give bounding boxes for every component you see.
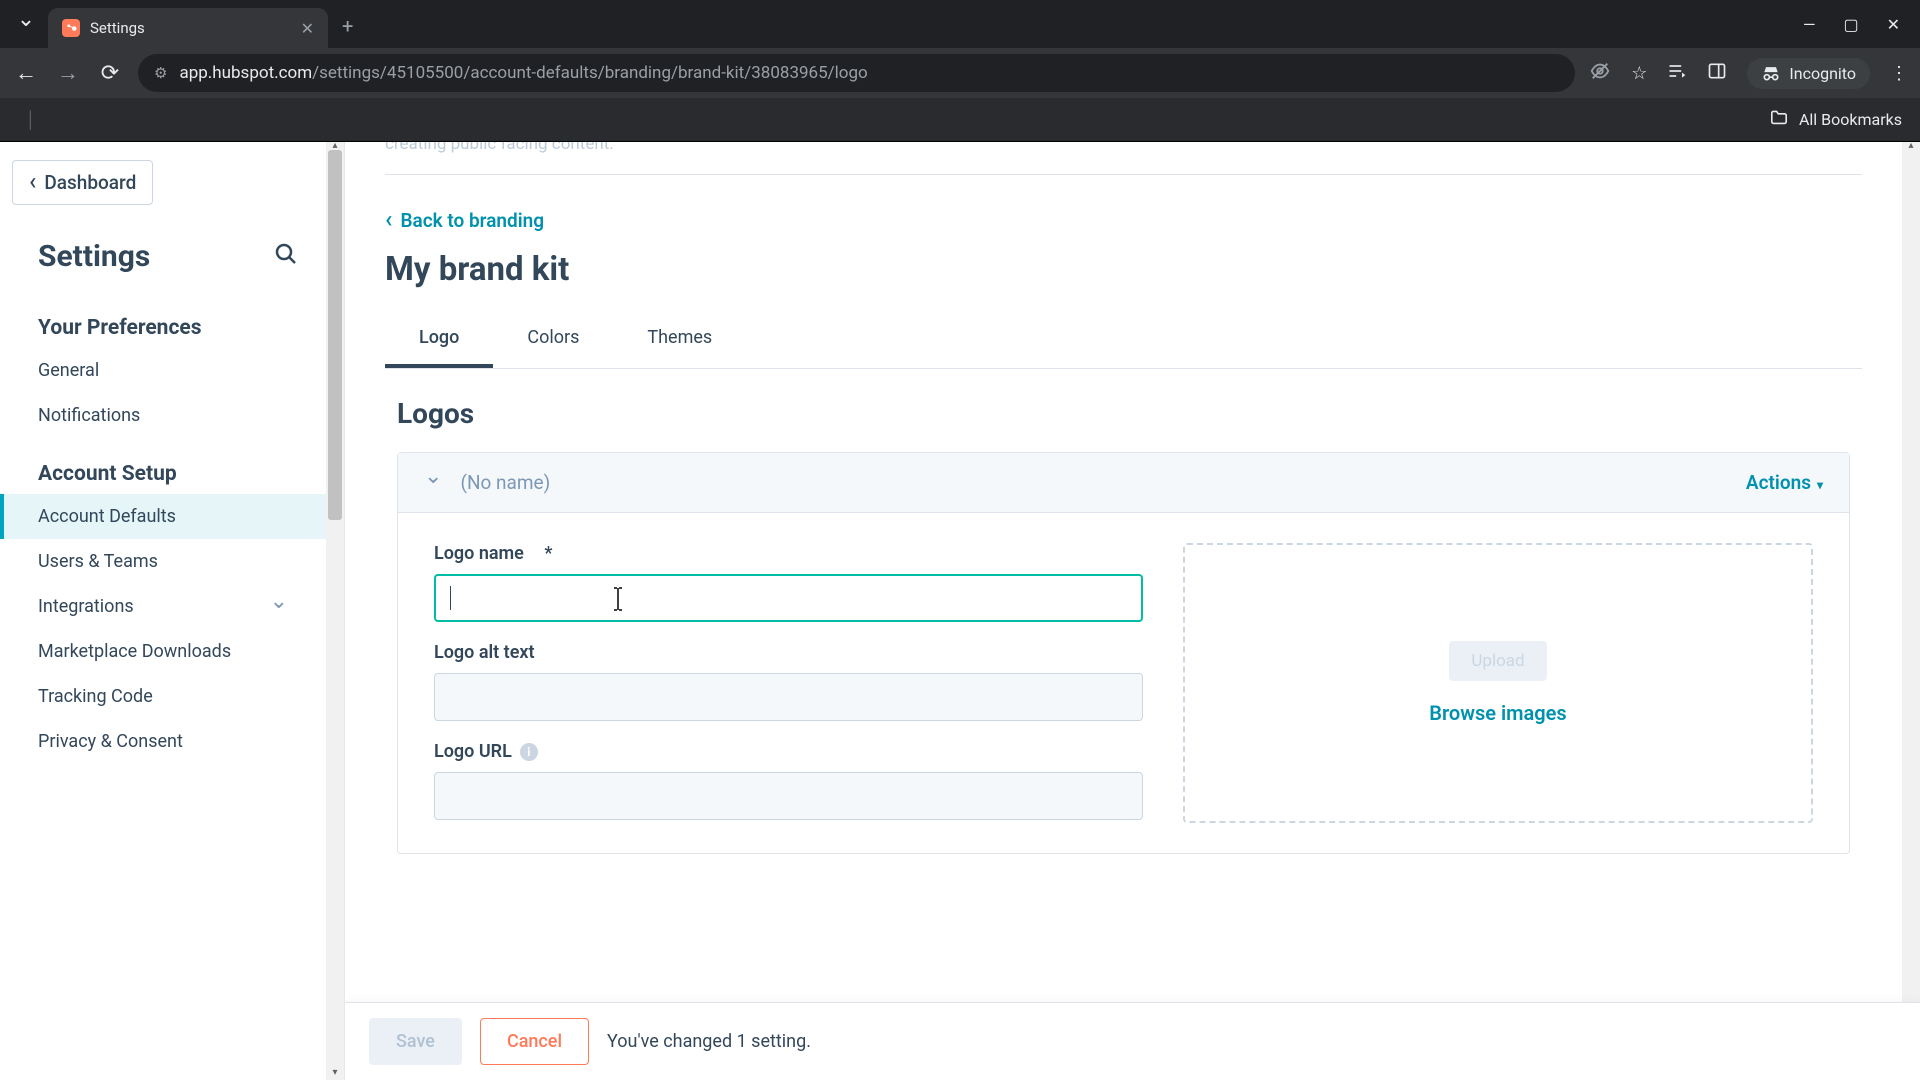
logo-alt-input[interactable] xyxy=(434,673,1143,721)
incognito-label: Incognito xyxy=(1789,64,1856,83)
back-button[interactable]: ← xyxy=(12,59,40,87)
address-bar: ← → ⟳ ⚙ app.hubspot.com/settings/4510550… xyxy=(0,48,1920,98)
sidebar-inner: Dashboard Settings Your Preferences Gene… xyxy=(0,142,326,764)
upload-dropzone[interactable]: Upload Browse images xyxy=(1183,543,1813,823)
incognito-icon xyxy=(1761,65,1781,81)
logo-card-header: (No name) Actions xyxy=(398,453,1849,513)
upload-column: Upload Browse images xyxy=(1183,543,1813,823)
maximize-icon[interactable]: ▢ xyxy=(1843,15,1858,34)
settings-header: Settings xyxy=(0,205,326,292)
sidebar-item-marketplace[interactable]: Marketplace Downloads xyxy=(0,629,326,674)
tab-search-dropdown[interactable] xyxy=(10,8,42,40)
playlist-icon[interactable] xyxy=(1667,61,1687,86)
sidebar-item-notifications[interactable]: Notifications xyxy=(0,393,326,438)
sidebar-item-users-teams[interactable]: Users & Teams xyxy=(0,539,326,584)
logos-section-title: Logos xyxy=(345,369,1902,452)
sidebar-item-privacy-consent[interactable]: Privacy & Consent xyxy=(0,719,326,764)
page-title: My brand kit xyxy=(345,250,1902,307)
tab-colors[interactable]: Colors xyxy=(493,313,613,368)
change-message: You've changed 1 setting. xyxy=(607,1031,811,1052)
logo-card-body: Logo name * Logo alt text xyxy=(398,513,1849,853)
cancel-button[interactable]: Cancel xyxy=(480,1018,589,1065)
field-logo-url: Logo URL i xyxy=(434,741,1143,820)
save-bar: Save Cancel You've changed 1 setting. xyxy=(345,1002,1920,1080)
app-content: Dashboard Settings Your Preferences Gene… xyxy=(0,142,1920,1080)
close-window-icon[interactable]: ✕ xyxy=(1887,15,1900,34)
eye-off-icon[interactable] xyxy=(1589,60,1611,87)
text-caret xyxy=(450,586,451,610)
browser-tab[interactable]: Settings ✕ xyxy=(48,8,328,48)
save-button[interactable]: Save xyxy=(369,1018,462,1065)
brand-kit-tabs: Logo Colors Themes xyxy=(385,307,1862,369)
sidebar-item-general[interactable]: General xyxy=(0,348,326,393)
url-input[interactable]: ⚙ app.hubspot.com/settings/45105500/acco… xyxy=(138,54,1575,92)
logo-url-label: Logo URL i xyxy=(434,741,1143,762)
new-tab-button[interactable]: + xyxy=(334,14,361,38)
divider xyxy=(385,174,1862,175)
actions-dropdown[interactable]: Actions xyxy=(1746,471,1823,494)
sidebar-item-integrations[interactable]: Integrations xyxy=(0,584,326,629)
sidebar-section-account: Account Setup xyxy=(0,438,326,494)
kebab-menu-icon[interactable]: ⋮ xyxy=(1890,63,1908,84)
sidebar-scrollbar[interactable]: ▴ ▾ xyxy=(326,142,344,1080)
logo-name-input[interactable] xyxy=(434,574,1143,622)
window-controls: ― ▢ ✕ xyxy=(1803,15,1910,34)
close-icon[interactable]: ✕ xyxy=(301,19,314,38)
back-to-branding-link[interactable]: Back to branding xyxy=(345,203,584,250)
sidebar-item-account-defaults[interactable]: Account Defaults xyxy=(0,494,326,539)
logo-name-display: (No name) xyxy=(460,471,550,494)
tab-themes[interactable]: Themes xyxy=(613,313,746,368)
logo-form: Logo name * Logo alt text xyxy=(434,543,1143,823)
dashboard-back-link[interactable]: Dashboard xyxy=(12,160,153,205)
bookmarks-bar: │ All Bookmarks xyxy=(0,98,1920,142)
hubspot-favicon-icon xyxy=(62,19,80,37)
collapse-toggle[interactable] xyxy=(424,475,442,491)
search-icon xyxy=(274,242,298,266)
actions-label: Actions xyxy=(1746,471,1811,494)
logo-alt-label: Logo alt text xyxy=(434,642,1143,663)
chevron-down-icon xyxy=(17,15,35,34)
browse-images-link[interactable]: Browse images xyxy=(1429,701,1566,725)
tab-title: Settings xyxy=(90,19,291,37)
logo-name-label: Logo name * xyxy=(434,543,1143,564)
settings-title: Settings xyxy=(38,239,150,274)
all-bookmarks-link[interactable]: All Bookmarks xyxy=(1799,110,1902,129)
minimize-icon[interactable]: ― xyxy=(1803,15,1816,34)
logo-url-input[interactable] xyxy=(434,772,1143,820)
browser-chrome: Settings ✕ + ― ▢ ✕ ← → ⟳ ⚙ app.hubspot.c… xyxy=(0,0,1920,142)
incognito-badge[interactable]: Incognito xyxy=(1747,58,1870,89)
url-domain: app.hubspot.com xyxy=(179,63,312,83)
chevron-down-icon xyxy=(270,596,288,617)
main-content: creating public facing content. Back to … xyxy=(345,142,1920,1080)
chevron-left-icon xyxy=(29,171,36,194)
chevron-left-icon xyxy=(385,209,392,232)
sidebar-item-tracking-code[interactable]: Tracking Code xyxy=(0,674,326,719)
settings-search-button[interactable] xyxy=(274,242,298,272)
sidepanel-icon[interactable] xyxy=(1707,61,1727,86)
folder-icon xyxy=(1769,109,1789,130)
chevron-down-icon xyxy=(424,475,442,491)
caret-down-icon xyxy=(1817,471,1823,494)
dashboard-label: Dashboard xyxy=(44,171,136,194)
upload-button[interactable]: Upload xyxy=(1449,641,1546,681)
tab-logo[interactable]: Logo xyxy=(385,313,493,368)
reload-button[interactable]: ⟳ xyxy=(96,59,124,87)
logo-card: (No name) Actions Logo name * xyxy=(397,452,1850,854)
text-cursor-icon xyxy=(608,586,628,612)
star-icon[interactable]: ☆ xyxy=(1631,63,1647,84)
truncated-description: creating public facing content. xyxy=(345,142,1902,174)
url-path: /settings/45105500/account-defaults/bran… xyxy=(312,63,868,83)
field-logo-alt: Logo alt text xyxy=(434,642,1143,721)
back-link-label: Back to branding xyxy=(400,209,544,232)
sidebar-scroll-thumb[interactable] xyxy=(328,150,342,520)
main-scrollbar[interactable]: ▴ ▾ xyxy=(1902,142,1920,1080)
sidebar-section-preferences: Your Preferences xyxy=(0,292,326,348)
info-icon[interactable]: i xyxy=(520,743,538,761)
toolbar-right: ☆ Incognito ⋮ xyxy=(1589,58,1908,89)
site-settings-icon[interactable]: ⚙ xyxy=(154,64,167,82)
field-logo-name: Logo name * xyxy=(434,543,1143,622)
tab-bar: Settings ✕ + ― ▢ ✕ xyxy=(0,0,1920,48)
settings-sidebar: Dashboard Settings Your Preferences Gene… xyxy=(0,142,345,1080)
forward-button[interactable]: → xyxy=(54,59,82,87)
